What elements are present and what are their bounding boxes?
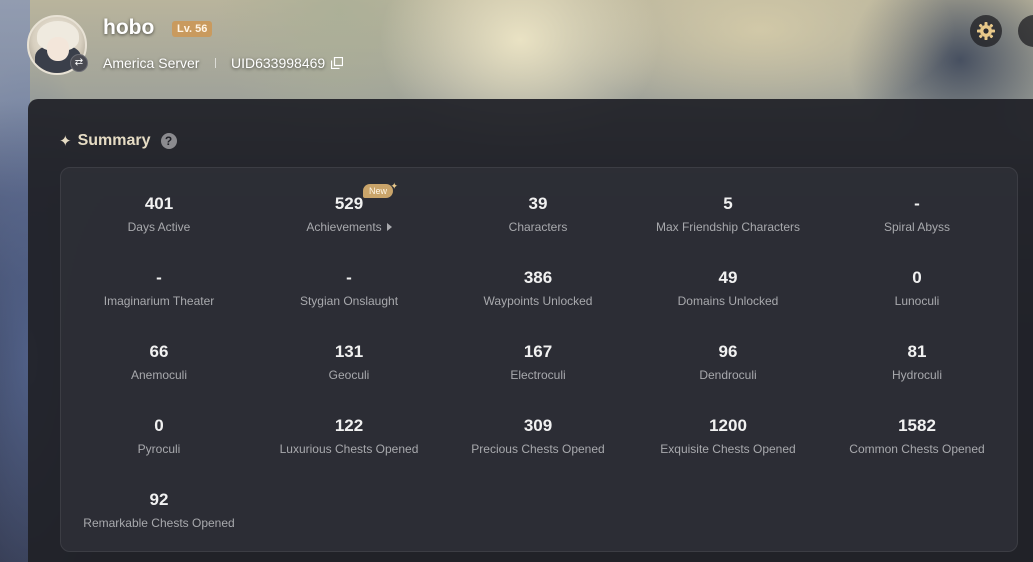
stat-value: -	[156, 268, 162, 287]
username: hobo	[103, 16, 155, 39]
stat-label: Dendroculi	[699, 368, 757, 382]
stat-item: 39 Characters	[443, 194, 633, 234]
stat-value: 401	[144, 194, 174, 213]
stat-item: 386 Waypoints Unlocked	[443, 268, 633, 308]
stat-item: - Imaginarium Theater	[64, 268, 254, 308]
gear-icon	[977, 22, 995, 40]
stat-label: Stygian Onslaught	[299, 294, 399, 308]
stat-item: - Stygian Onslaught	[254, 268, 444, 308]
server-name: America Server	[103, 55, 200, 71]
stat-value: 1200	[709, 416, 747, 435]
stat-item: 66 Anemoculi	[64, 342, 254, 382]
copy-icon[interactable]	[331, 57, 343, 69]
banner-decoration	[0, 0, 30, 562]
stat-item: 122 Luxurious Chests Opened	[254, 416, 444, 456]
stat-label: Anemoculi	[130, 368, 188, 382]
stat-value: -	[914, 194, 920, 213]
stat-label: Waypoints Unlocked	[483, 294, 593, 308]
stat-label: Remarkable Chests Opened	[83, 516, 235, 530]
stat-item: 0 Lunoculi	[822, 268, 1012, 308]
stat-item: 92 Remarkable Chests Opened	[64, 490, 254, 530]
caret-right-icon	[386, 223, 392, 231]
stat-label: Days Active	[127, 220, 191, 234]
stat-label: Characters	[508, 220, 568, 234]
stat-item: 167 Electroculi	[443, 342, 633, 382]
stat-item: 81 Hydroculi	[822, 342, 1012, 382]
stat-value: 0	[154, 416, 164, 435]
stat-label: Precious Chests Opened	[471, 442, 605, 456]
stat-label: Exquisite Chests Opened	[660, 442, 796, 456]
new-badge-label: New	[369, 186, 388, 196]
stat-value: 167	[523, 342, 553, 361]
help-icon[interactable]: ?	[160, 133, 177, 149]
sparkle-icon: ✦	[59, 133, 72, 150]
stat-value: 66	[149, 342, 169, 361]
stat-value: -	[346, 268, 352, 287]
stat-label: Max Friendship Characters	[655, 220, 801, 234]
stat-label: Domains Unlocked	[677, 294, 779, 308]
stat-label: Hydroculi	[891, 368, 942, 382]
stat-value: 386	[523, 268, 553, 287]
stat-label: Achievements	[306, 220, 382, 234]
stat-item: 5 Max Friendship Characters	[633, 194, 823, 234]
stat-item: 401 Days Active	[64, 194, 254, 234]
stat-value: 309	[523, 416, 553, 435]
profile-page: ⇄ hobo Lv. 56 America Server UID63399846…	[0, 0, 1033, 562]
new-badge: New ✦	[363, 181, 398, 198]
stat-value: 5	[723, 194, 733, 213]
summary-header: ✦ Summary ?	[59, 131, 177, 151]
stat-value: 49	[718, 268, 738, 287]
stat-value: 0	[912, 268, 922, 287]
stat-label: Geoculi	[328, 368, 370, 382]
stat-item: 309 Precious Chests Opened	[443, 416, 633, 456]
stat-value: 529	[334, 194, 364, 213]
stat-label-wrap: Achievements	[254, 220, 444, 234]
divider	[215, 58, 216, 68]
stat-item: 1200 Exquisite Chests Opened	[633, 416, 823, 456]
stat-value: 92	[149, 490, 169, 509]
stat-item: 96 Dendroculi	[633, 342, 823, 382]
stat-label: Imaginarium Theater	[103, 294, 215, 308]
stat-item: 131 Geoculi	[254, 342, 444, 382]
stat-label: Luxurious Chests Opened	[279, 442, 419, 456]
stat-item-achievements[interactable]: 529 Achievements	[254, 194, 444, 234]
sparkle-icon: ✦	[390, 181, 399, 191]
stat-label: Lunoculi	[894, 294, 940, 308]
stat-item: - Spiral Abyss	[822, 194, 1012, 234]
swap-icon[interactable]: ⇄	[70, 54, 88, 72]
level-badge: Lv. 56	[172, 21, 213, 37]
stat-item: 0 Pyroculi	[64, 416, 254, 456]
stat-item: 1582 Common Chests Opened	[822, 416, 1012, 456]
settings-button[interactable]	[970, 15, 1002, 47]
stat-value: 39	[528, 194, 548, 213]
stat-label: Pyroculi	[137, 442, 181, 456]
stat-value: 81	[907, 342, 927, 361]
stat-value: 131	[334, 342, 364, 361]
stat-item: 49 Domains Unlocked	[633, 268, 823, 308]
uid-text: UID633998469	[231, 55, 326, 71]
stat-label: Electroculi	[510, 368, 566, 382]
stat-label: Common Chests Opened	[849, 442, 985, 456]
summary-title: Summary	[77, 132, 151, 149]
stat-value: 122	[334, 416, 364, 435]
stat-value: 1582	[898, 416, 936, 435]
stat-label: Spiral Abyss	[883, 220, 951, 234]
stat-value: 96	[718, 342, 738, 361]
